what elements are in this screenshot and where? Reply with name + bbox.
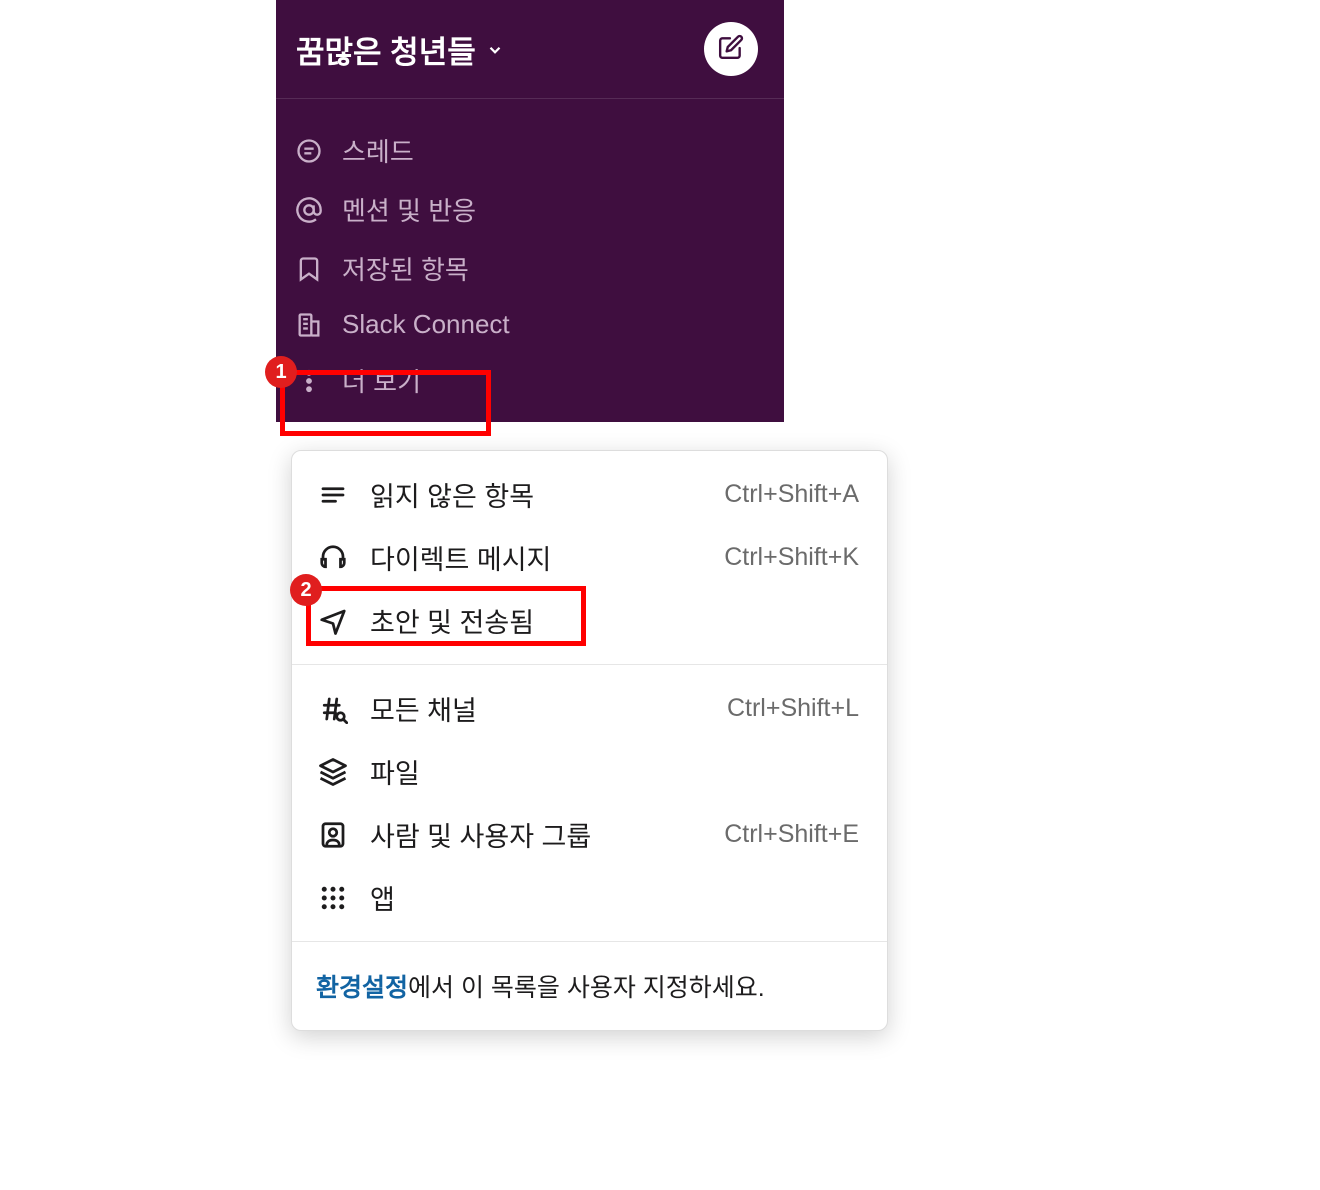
sidebar-item-label: 저장된 항목 xyxy=(342,250,469,287)
bookmark-icon xyxy=(294,254,324,284)
headset-icon xyxy=(316,541,350,575)
popover-item-label: 파일 xyxy=(370,752,839,791)
list-icon xyxy=(316,478,350,512)
popover-item-label: 앱 xyxy=(370,878,839,917)
popover-item-shortcut: Ctrl+Shift+K xyxy=(724,543,859,572)
sidebar-item-label: 더 보기 xyxy=(342,362,421,399)
sidebar-header: 꿈많은 청년들 xyxy=(276,0,784,99)
popover-item-files[interactable]: 파일 xyxy=(292,740,887,803)
chevron-down-icon xyxy=(486,31,504,67)
popover-item-shortcut: Ctrl+Shift+E xyxy=(724,820,859,849)
sidebar-item-mentions[interactable]: 멘션 및 반응 xyxy=(276,180,784,239)
sidebar-item-saved[interactable]: 저장된 항목 xyxy=(276,239,784,298)
popover-item-drafts[interactable]: 초안 및 전송됨 xyxy=(292,589,887,652)
more-popover: 읽지 않은 항목 Ctrl+Shift+A 다이렉트 메시지 Ctrl+Shif… xyxy=(291,450,888,1031)
workspace-name: 꿈많은 청년들 xyxy=(296,27,476,72)
preferences-link[interactable]: 환경설정 xyxy=(316,974,408,1002)
popover-item-label: 모든 채널 xyxy=(370,689,707,728)
building-icon xyxy=(294,310,324,340)
popover-footer: 환경설정에서 이 목록을 사용자 지정하세요. xyxy=(292,941,887,1030)
sidebar: 꿈많은 청년들 스레드 멘션 및 반응 xyxy=(276,0,784,422)
popover-item-shortcut: Ctrl+Shift+A xyxy=(724,480,859,509)
popover-item-dm[interactable]: 다이렉트 메시지 Ctrl+Shift+K xyxy=(292,526,887,589)
thread-icon xyxy=(294,136,324,166)
apps-grid-icon xyxy=(316,881,350,915)
hash-search-icon xyxy=(316,692,350,726)
sidebar-item-label: Slack Connect xyxy=(342,309,510,340)
send-icon xyxy=(316,604,350,638)
compose-icon xyxy=(718,34,744,65)
sidebar-item-threads[interactable]: 스레드 xyxy=(276,121,784,180)
sidebar-item-label: 스레드 xyxy=(342,132,414,169)
sidebar-item-more[interactable]: 더 보기 xyxy=(276,351,784,410)
contacts-icon xyxy=(316,818,350,852)
popover-item-shortcut: Ctrl+Shift+L xyxy=(727,694,859,723)
popover-item-label: 읽지 않은 항목 xyxy=(370,475,704,514)
popover-item-label: 사람 및 사용자 그룹 xyxy=(370,815,704,854)
sidebar-item-slack-connect[interactable]: Slack Connect xyxy=(276,298,784,351)
sidebar-nav: 스레드 멘션 및 반응 저장된 항목 Slack Connect 더 보기 xyxy=(276,99,784,422)
popover-item-label: 다이렉트 메시지 xyxy=(370,538,704,577)
popover-item-all-channels[interactable]: 모든 채널 Ctrl+Shift+L xyxy=(292,677,887,740)
popover-item-unread[interactable]: 읽지 않은 항목 Ctrl+Shift+A xyxy=(292,463,887,526)
popover-item-apps[interactable]: 앱 xyxy=(292,866,887,929)
popover-section-2: 모든 채널 Ctrl+Shift+L 파일 사람 및 사용자 그룹 Ctrl+S… xyxy=(292,664,887,941)
layers-icon xyxy=(316,755,350,789)
annotation-badge-2: 2 xyxy=(290,574,322,606)
more-vertical-icon xyxy=(294,366,324,396)
mention-icon xyxy=(294,195,324,225)
annotation-badge-1: 1 xyxy=(265,356,297,388)
workspace-switcher[interactable]: 꿈많은 청년들 xyxy=(296,27,504,72)
popover-section-1: 읽지 않은 항목 Ctrl+Shift+A 다이렉트 메시지 Ctrl+Shif… xyxy=(292,451,887,664)
compose-button[interactable] xyxy=(704,22,758,76)
popover-item-label: 초안 및 전송됨 xyxy=(370,601,839,640)
sidebar-item-label: 멘션 및 반응 xyxy=(342,191,476,228)
popover-footer-text: 에서 이 목록을 사용자 지정하세요. xyxy=(408,974,765,1002)
popover-item-people[interactable]: 사람 및 사용자 그룹 Ctrl+Shift+E xyxy=(292,803,887,866)
